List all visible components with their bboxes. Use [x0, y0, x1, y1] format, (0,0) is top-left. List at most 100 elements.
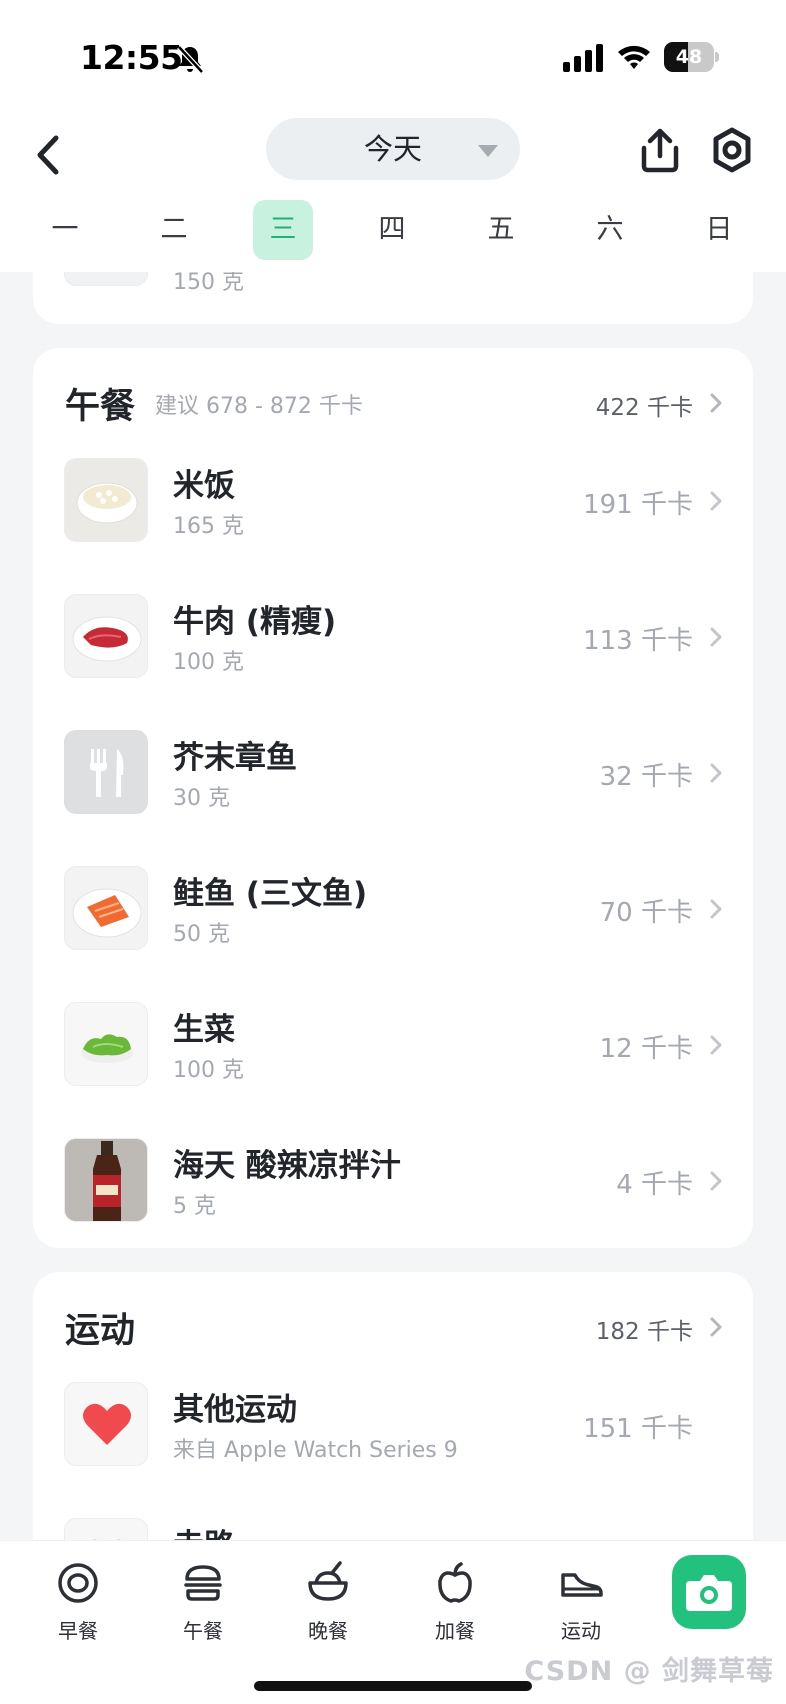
lettuce-plate-icon — [64, 1002, 148, 1086]
lunch-title: 午餐 — [65, 387, 136, 427]
food-amount: 30 克 — [173, 786, 230, 811]
tab-label: 早餐 — [58, 1619, 98, 1643]
weekday-fri[interactable]: 五 — [471, 200, 531, 260]
camera-button[interactable] — [672, 1555, 746, 1629]
heart-icon — [64, 1518, 148, 1540]
exercise-kcal: 151 千卡 — [583, 1414, 693, 1444]
salmon-plate-icon — [64, 866, 148, 950]
chevron-right-icon — [710, 899, 722, 919]
exercise-name: 走路 — [173, 1520, 235, 1540]
meal-log-list[interactable]: 150 克 午餐 建议 678 - 872 千卡 422 千卡 米饭 165 克 — [0, 272, 786, 1540]
food-name: 牛肉 (精瘦) — [173, 604, 337, 640]
food-kcal: 32 千卡 — [599, 762, 693, 792]
food-name: 芥末章鱼 — [173, 740, 297, 776]
bowl-icon — [308, 1561, 348, 1601]
beef-plate-icon — [64, 594, 148, 678]
burger-icon — [184, 1565, 222, 1601]
chevron-right-icon — [710, 627, 722, 647]
food-amount: 5 克 — [173, 1194, 216, 1219]
settings-hexagon-icon[interactable] — [708, 124, 756, 176]
wifi-icon — [618, 45, 650, 69]
food-amount: 50 克 — [173, 922, 230, 947]
food-row[interactable]: 鲑鱼 (三文鱼) 50 克 70 千卡 — [33, 856, 753, 992]
week-day-selector: 一 二 三 四 五 六 日 — [0, 200, 786, 264]
tab-lunch[interactable]: 午餐 — [158, 1561, 248, 1651]
bell-off-icon — [177, 45, 204, 74]
tab-label: 午餐 — [183, 1619, 223, 1643]
lunch-total-kcal: 422 千卡 — [595, 395, 693, 421]
chevron-right-icon — [710, 491, 722, 511]
back-arrow-icon[interactable] — [28, 130, 68, 180]
tab-label: 加餐 — [435, 1619, 475, 1643]
tab-dinner[interactable]: 晚餐 — [283, 1561, 373, 1651]
exercise-source: 来自 Apple Watch Series 9 — [173, 1438, 458, 1463]
nav-bar: 今天 — [0, 110, 786, 200]
food-amount: 100 克 — [173, 650, 244, 675]
date-selector[interactable]: 今天 — [266, 118, 520, 180]
food-amount: 165 克 — [173, 514, 244, 539]
breakfast-icon — [58, 1563, 98, 1603]
food-thumbnail — [64, 272, 148, 286]
exercise-header[interactable]: 运动 182 千卡 — [33, 1272, 753, 1382]
chevron-right-icon — [710, 1171, 722, 1191]
chevron-right-icon — [710, 763, 722, 783]
chevron-right-icon — [710, 393, 722, 413]
rice-bowl-icon — [64, 458, 148, 542]
exercise-name: 其他运动 — [173, 1392, 297, 1428]
food-name: 鲑鱼 (三文鱼) — [173, 876, 368, 912]
food-amount: 150 克 — [173, 272, 244, 295]
share-icon[interactable] — [636, 124, 684, 176]
bottom-tab-bar: 早餐 午餐 晚餐 加餐 运动 CSDN @ 剑舞草莓 — [0, 1540, 786, 1704]
tab-breakfast[interactable]: 早餐 — [33, 1561, 123, 1651]
lunch-card: 午餐 建议 678 - 872 千卡 422 千卡 米饭 165 克 191 千… — [33, 348, 753, 1248]
battery-percent: 48 — [675, 46, 703, 68]
heart-icon — [64, 1382, 148, 1466]
exercise-row[interactable]: 其他运动 来自 Apple Watch Series 9 151 千卡 — [33, 1372, 753, 1508]
food-name: 米饭 — [173, 468, 235, 504]
exercise-title: 运动 — [65, 1311, 136, 1351]
cellular-signal-icon — [563, 44, 603, 72]
apple-icon — [438, 1562, 472, 1603]
watermark: CSDN @ 剑舞草莓 — [524, 1656, 774, 1687]
exercise-row[interactable]: 走路 — [33, 1508, 753, 1540]
food-row[interactable]: 海天 酸辣凉拌汁 5 克 4 千卡 — [33, 1128, 753, 1264]
tab-snack[interactable]: 加餐 — [410, 1561, 500, 1651]
food-kcal: 113 千卡 — [583, 626, 693, 656]
food-kcal: 70 千卡 — [599, 898, 693, 928]
food-amount: 100 克 — [173, 1058, 244, 1083]
food-kcal: 4 千卡 — [616, 1170, 693, 1200]
lunch-header[interactable]: 午餐 建议 678 - 872 千卡 422 千卡 — [33, 348, 753, 458]
food-kcal: 191 千卡 — [583, 490, 693, 520]
exercise-card: 运动 182 千卡 其他运动 来自 Apple Watch Series 9 1… — [33, 1272, 753, 1540]
food-row[interactable]: 生菜 100 克 12 千卡 — [33, 992, 753, 1128]
food-row[interactable]: 芥末章鱼 30 克 32 千卡 — [33, 720, 753, 856]
chevron-right-icon — [710, 1035, 722, 1055]
camera-icon — [686, 1575, 732, 1611]
weekday-tue[interactable]: 二 — [144, 200, 204, 260]
weekday-sun[interactable]: 日 — [689, 200, 749, 260]
cutlery-icon — [64, 730, 148, 814]
food-kcal: 12 千卡 — [599, 1034, 693, 1064]
top-header: 12:55 48 今天 一 二 三 四 五 六 日 — [0, 0, 786, 272]
food-name: 生菜 — [173, 1012, 235, 1048]
weekday-wed[interactable]: 三 — [253, 200, 313, 260]
weekday-mon[interactable]: 一 — [35, 200, 95, 260]
chevron-right-icon — [710, 1317, 722, 1337]
caret-down-icon — [478, 145, 498, 157]
food-row[interactable]: 牛肉 (精瘦) 100 克 113 千卡 — [33, 584, 753, 720]
sauce-bottle-icon — [64, 1138, 148, 1222]
breakfast-card: 150 克 — [33, 272, 753, 324]
tab-label: 运动 — [561, 1619, 601, 1643]
weekday-thu[interactable]: 四 — [362, 200, 422, 260]
food-row[interactable]: 米饭 165 克 191 千卡 — [33, 448, 753, 584]
food-name: 海天 酸辣凉拌汁 — [173, 1148, 401, 1184]
tab-exercise[interactable]: 运动 — [536, 1561, 626, 1651]
lunch-recommendation: 建议 678 - 872 千卡 — [155, 394, 363, 419]
status-bar: 12:55 48 — [0, 0, 786, 110]
tab-label: 晚餐 — [308, 1619, 348, 1643]
exercise-total-kcal: 182 千卡 — [595, 1319, 693, 1345]
weekday-sat[interactable]: 六 — [580, 200, 640, 260]
home-indicator[interactable] — [254, 1681, 532, 1691]
status-time: 12:55 — [80, 38, 183, 77]
sneaker-icon — [561, 1573, 603, 1597]
